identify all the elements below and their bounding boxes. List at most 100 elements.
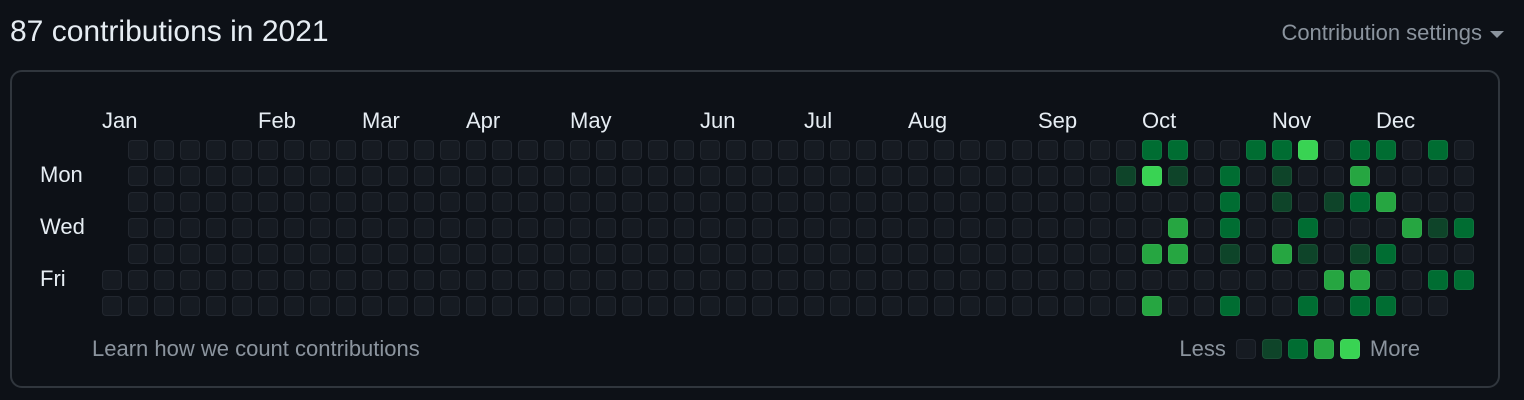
contribution-day[interactable] (1272, 140, 1292, 160)
contribution-day[interactable] (726, 140, 746, 160)
contribution-day[interactable] (1298, 166, 1318, 186)
contribution-day[interactable] (1402, 140, 1422, 160)
contribution-day[interactable] (622, 166, 642, 186)
contribution-day[interactable] (648, 140, 668, 160)
contribution-day[interactable] (1454, 218, 1474, 238)
contribution-day[interactable] (700, 270, 720, 290)
contribution-day[interactable] (1428, 192, 1448, 212)
contribution-day[interactable] (882, 140, 902, 160)
contribution-day[interactable] (1246, 140, 1266, 160)
contribution-day[interactable] (726, 270, 746, 290)
contribution-day[interactable] (856, 140, 876, 160)
contribution-day[interactable] (830, 270, 850, 290)
contribution-day[interactable] (1012, 270, 1032, 290)
contribution-day[interactable] (622, 192, 642, 212)
contribution-day[interactable] (492, 244, 512, 264)
contribution-day[interactable] (908, 140, 928, 160)
contribution-day[interactable] (934, 166, 954, 186)
contribution-day[interactable] (1298, 192, 1318, 212)
contribution-day[interactable] (804, 218, 824, 238)
contribution-day[interactable] (622, 140, 642, 160)
contribution-day[interactable] (544, 140, 564, 160)
contribution-day[interactable] (778, 270, 798, 290)
contribution-day[interactable] (1038, 296, 1058, 316)
contribution-day[interactable] (804, 192, 824, 212)
contribution-day[interactable] (986, 140, 1006, 160)
contribution-day[interactable] (154, 296, 174, 316)
contribution-day[interactable] (1168, 270, 1188, 290)
contribution-day[interactable] (830, 192, 850, 212)
contribution-day[interactable] (1038, 166, 1058, 186)
contribution-day[interactable] (830, 296, 850, 316)
contribution-day[interactable] (700, 192, 720, 212)
contribution-day[interactable] (960, 296, 980, 316)
contribution-day[interactable] (1194, 244, 1214, 264)
contribution-day[interactable] (128, 218, 148, 238)
contribution-day[interactable] (1142, 218, 1162, 238)
contribution-day[interactable] (1272, 192, 1292, 212)
contribution-day[interactable] (856, 166, 876, 186)
contribution-day[interactable] (1142, 166, 1162, 186)
contribution-day[interactable] (1428, 140, 1448, 160)
contribution-day[interactable] (1298, 296, 1318, 316)
contribution-day[interactable] (570, 296, 590, 316)
contribution-day[interactable] (856, 218, 876, 238)
contribution-day[interactable] (1038, 270, 1058, 290)
contribution-day[interactable] (726, 166, 746, 186)
contribution-day[interactable] (960, 218, 980, 238)
contribution-day[interactable] (440, 166, 460, 186)
contribution-day[interactable] (1168, 192, 1188, 212)
contribution-day[interactable] (830, 244, 850, 264)
contribution-day[interactable] (596, 244, 616, 264)
contribution-day[interactable] (388, 296, 408, 316)
contribution-day[interactable] (362, 140, 382, 160)
contribution-day[interactable] (310, 192, 330, 212)
contribution-day[interactable] (1012, 192, 1032, 212)
contribution-day[interactable] (492, 218, 512, 238)
contribution-day[interactable] (934, 140, 954, 160)
contribution-day[interactable] (154, 140, 174, 160)
contribution-day[interactable] (1272, 296, 1292, 316)
contribution-day[interactable] (1272, 166, 1292, 186)
contribution-day[interactable] (310, 244, 330, 264)
contribution-day[interactable] (284, 166, 304, 186)
contribution-day[interactable] (960, 192, 980, 212)
contribution-day[interactable] (1402, 166, 1422, 186)
contribution-day[interactable] (1090, 218, 1110, 238)
contribution-day[interactable] (362, 270, 382, 290)
contribution-day[interactable] (128, 166, 148, 186)
contribution-day[interactable] (1402, 270, 1422, 290)
contribution-day[interactable] (336, 192, 356, 212)
contribution-day[interactable] (1324, 140, 1344, 160)
contribution-day[interactable] (1116, 140, 1136, 160)
contribution-day[interactable] (544, 192, 564, 212)
contribution-day[interactable] (1376, 218, 1396, 238)
contribution-day[interactable] (830, 166, 850, 186)
contribution-day[interactable] (128, 192, 148, 212)
contribution-day[interactable] (960, 270, 980, 290)
contribution-day[interactable] (596, 270, 616, 290)
contribution-day[interactable] (206, 296, 226, 316)
contribution-day[interactable] (440, 270, 460, 290)
contribution-day[interactable] (466, 244, 486, 264)
contribution-day[interactable] (1324, 296, 1344, 316)
contribution-day[interactable] (466, 218, 486, 238)
contribution-day[interactable] (518, 244, 538, 264)
contribution-day[interactable] (440, 218, 460, 238)
contribution-day[interactable] (518, 140, 538, 160)
contribution-day[interactable] (986, 218, 1006, 238)
contribution-day[interactable] (700, 218, 720, 238)
contribution-day[interactable] (1298, 244, 1318, 264)
contribution-day[interactable] (1142, 192, 1162, 212)
contribution-day[interactable] (960, 244, 980, 264)
contribution-day[interactable] (1350, 270, 1370, 290)
contribution-day[interactable] (804, 296, 824, 316)
contribution-day[interactable] (1350, 218, 1370, 238)
contribution-day[interactable] (1454, 244, 1474, 264)
contribution-day[interactable] (1116, 192, 1136, 212)
contribution-day[interactable] (180, 244, 200, 264)
contribution-day[interactable] (258, 244, 278, 264)
contribution-day[interactable] (804, 166, 824, 186)
contribution-day[interactable] (128, 270, 148, 290)
contribution-day[interactable] (440, 296, 460, 316)
